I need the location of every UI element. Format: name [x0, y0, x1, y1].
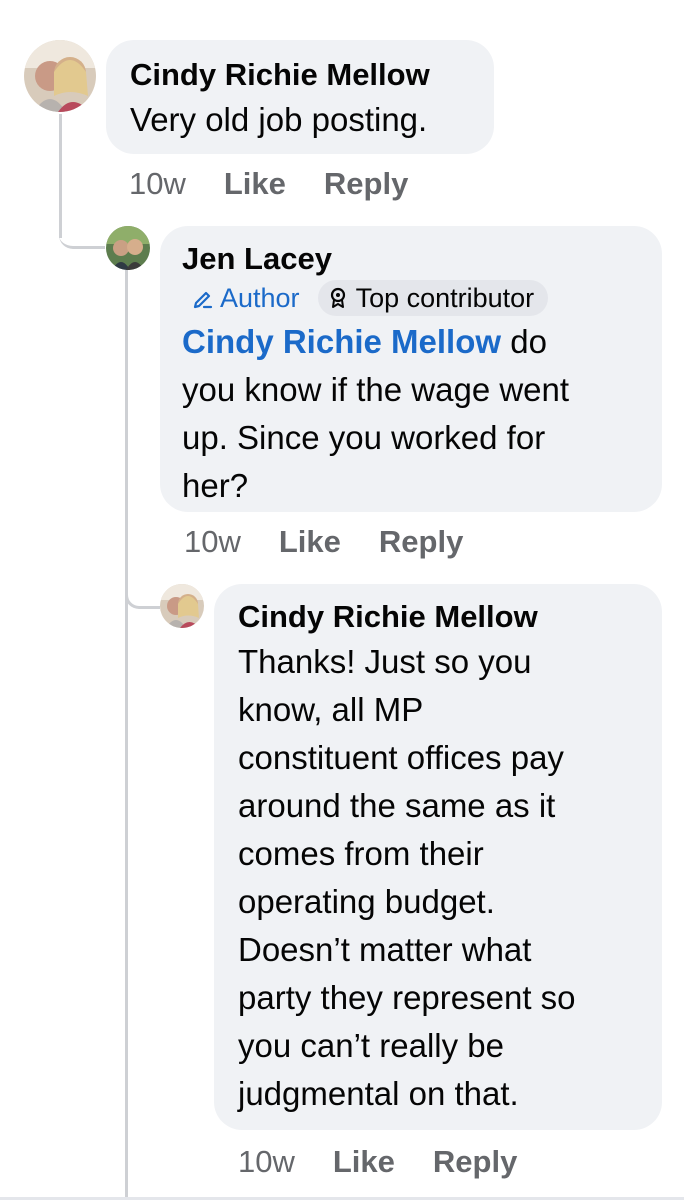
- author-badge-label: Author: [220, 282, 300, 313]
- mention-link[interactable]: Cindy Richie Mellow: [182, 323, 501, 360]
- avatar[interactable]: [160, 584, 204, 628]
- author-badges: Author Top contributor: [182, 278, 640, 318]
- comment-text-line: comes from their: [238, 835, 484, 872]
- comment-text-line: around the same as it: [238, 787, 556, 824]
- comment-text-line: party they represent so: [238, 979, 576, 1016]
- comment-author[interactable]: Jen Lacey: [182, 240, 640, 278]
- comment-author[interactable]: Cindy Richie Mellow: [238, 598, 638, 636]
- comment-timestamp[interactable]: 10w: [238, 1144, 295, 1180]
- avatar[interactable]: [106, 226, 150, 270]
- comment-author[interactable]: Cindy Richie Mellow: [130, 56, 470, 94]
- comment-timestamp[interactable]: 10w: [129, 166, 186, 202]
- award-icon: [330, 287, 345, 308]
- comment-text-line: constituent offices pay: [238, 739, 564, 776]
- comment-text: Very old job posting.: [130, 101, 428, 138]
- comment-text-line: her?: [182, 467, 249, 504]
- pencil-icon: [193, 291, 213, 309]
- avatar[interactable]: [24, 40, 96, 112]
- comment-bubble: Cindy Richie Mellow Thanks! Just so you …: [214, 584, 662, 1130]
- thread-elbow-reply-1: [59, 210, 105, 249]
- comment-text-line: judgmental on that.: [238, 1075, 519, 1112]
- reply-button[interactable]: Reply: [433, 1144, 517, 1180]
- author-badge[interactable]: Author: [182, 283, 308, 314]
- comment-text-line: you know if the wage went: [182, 371, 570, 408]
- like-button[interactable]: Like: [224, 166, 286, 202]
- comment-text-line: up. Since you worked for: [182, 419, 546, 456]
- profile-photo-icon: [106, 226, 150, 270]
- thread-line-reply: [125, 270, 128, 1200]
- comment-text-line: know, all MP: [238, 691, 424, 728]
- comment-text-line: do: [510, 323, 547, 360]
- thread-elbow-reply-2: [125, 580, 160, 609]
- comment-text-line: operating budget.: [238, 883, 495, 920]
- like-button[interactable]: Like: [333, 1144, 395, 1180]
- comment-actions: 10w Like Reply: [184, 524, 501, 560]
- comment-text: Cindy Richie Mellow do you know if the w…: [182, 318, 640, 510]
- comment-bubble: Cindy Richie Mellow Very old job posting…: [106, 40, 494, 154]
- reply-button[interactable]: Reply: [379, 524, 463, 560]
- comment-text-line: Thanks! Just so you: [238, 643, 532, 680]
- reply-button[interactable]: Reply: [324, 166, 408, 202]
- comment-actions: 10w Like Reply: [129, 166, 446, 202]
- comment-text: Thanks! Just so you know, all MP constit…: [238, 638, 638, 1118]
- top-contributor-label: Top contributor: [355, 282, 535, 313]
- like-button[interactable]: Like: [279, 524, 341, 560]
- top-contributor-badge[interactable]: Top contributor: [317, 280, 549, 316]
- profile-photo-icon: [160, 584, 204, 628]
- comment-bubble: Jen Lacey Author Top contributor Cindy R…: [160, 226, 662, 512]
- comment-text-line: Doesn’t matter what: [238, 931, 532, 968]
- comment-text-line: you can’t really be: [238, 1027, 504, 1064]
- profile-photo-icon: [24, 40, 96, 112]
- comment-timestamp[interactable]: 10w: [184, 524, 241, 560]
- comment-actions: 10w Like Reply: [238, 1144, 555, 1180]
